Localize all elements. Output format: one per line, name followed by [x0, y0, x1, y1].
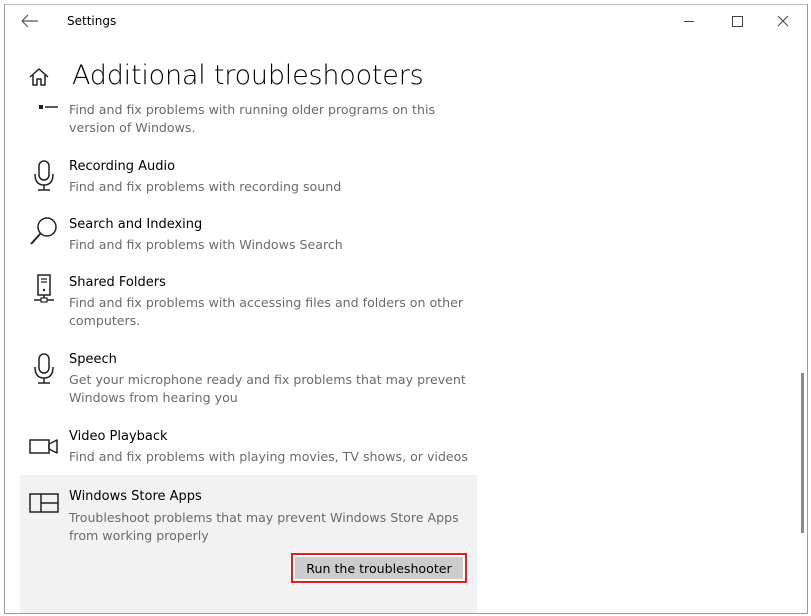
- microphone-icon: [28, 159, 60, 193]
- item-title: Shared Folders: [69, 275, 166, 290]
- item-title: Recording Audio: [69, 159, 176, 174]
- list-item-recording-audio[interactable]: Recording Audio Find and fix problems wi…: [20, 153, 477, 203]
- back-button[interactable]: [19, 11, 41, 31]
- window-title: Settings: [67, 14, 117, 28]
- item-description: Find and fix problems with accessing fil…: [69, 295, 464, 328]
- minimize-icon: [684, 21, 694, 22]
- run-troubleshooter-button[interactable]: Run the troubleshooter: [291, 553, 467, 583]
- list-item-windows-store-apps[interactable]: Windows Store Apps Troubleshoot problems…: [20, 475, 477, 613]
- item-title: Windows Store Apps: [69, 489, 202, 504]
- item-description: Find and fix problems with playing movie…: [69, 449, 468, 464]
- list-item-speech[interactable]: Speech Get your microphone ready and fix…: [20, 346, 477, 416]
- item-description: Find and fix problems with running older…: [69, 102, 436, 135]
- item-description: Find and fix problems with Windows Searc…: [69, 237, 343, 252]
- home-icon[interactable]: [27, 66, 51, 88]
- minimize-button[interactable]: [678, 11, 700, 31]
- list-item-program-compatibility[interactable]: Find and fix problems with running older…: [20, 95, 477, 145]
- page-title: Additional troubleshooters: [72, 60, 424, 91]
- settings-window: Settings Additional troubleshooters Find…: [4, 4, 808, 614]
- close-icon: [777, 15, 789, 27]
- maximize-icon: [732, 16, 743, 27]
- troubleshooter-list: Find and fix problems with running older…: [5, 95, 805, 613]
- list-item-video-playback[interactable]: Video Playback Find and fix problems wit…: [20, 423, 477, 473]
- item-title: Speech: [69, 352, 117, 367]
- back-arrow-icon: [21, 14, 38, 28]
- microphone-icon: [28, 352, 60, 386]
- item-description: Get your microphone ready and fix proble…: [69, 372, 466, 405]
- maximize-button[interactable]: [726, 11, 748, 31]
- item-description: Troubleshoot problems that may prevent W…: [69, 510, 459, 543]
- close-button[interactable]: [772, 11, 794, 31]
- shared-folders-icon: [28, 273, 60, 307]
- compatibility-icon: [28, 99, 60, 113]
- title-bar: Settings: [5, 5, 807, 37]
- store-apps-icon: [28, 487, 60, 521]
- list-item-shared-folders[interactable]: Shared Folders Find and fix problems wit…: [20, 269, 477, 339]
- search-icon: [28, 215, 60, 249]
- list-item-search-indexing[interactable]: Search and Indexing Find and fix problem…: [20, 211, 477, 261]
- item-title: Video Playback: [69, 429, 168, 444]
- item-description: Find and fix problems with recording sou…: [69, 179, 342, 194]
- item-title: Search and Indexing: [69, 217, 203, 232]
- video-camera-icon: [28, 429, 60, 463]
- scrollbar-thumb[interactable]: [801, 373, 804, 533]
